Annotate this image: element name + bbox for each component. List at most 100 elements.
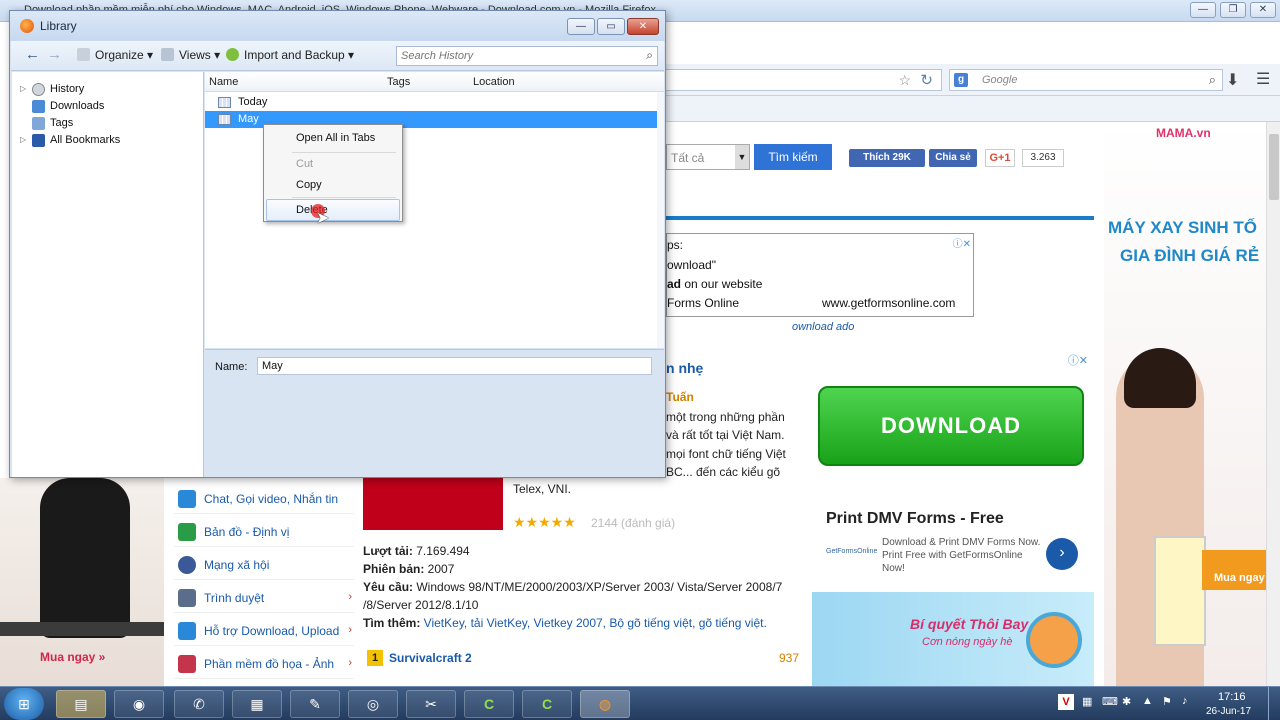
hamburger-menu-icon[interactable]: ☰ bbox=[1256, 69, 1270, 89]
explorer-taskbar-icon[interactable]: ▤ bbox=[56, 690, 106, 718]
facebook-like-button[interactable]: Thích 29K bbox=[849, 149, 925, 167]
library-minimize-button[interactable]: — bbox=[567, 18, 595, 35]
organize-label: Organize ▾ bbox=[95, 48, 154, 62]
column-header-name[interactable]: Name bbox=[209, 76, 238, 88]
bluetooth-icon[interactable]: ✱ bbox=[1122, 695, 1131, 708]
menu-item-open-all-in-tabs[interactable]: Open All in Tabs bbox=[266, 127, 400, 149]
import-backup-menu[interactable]: Import and Backup ▾ bbox=[226, 48, 354, 62]
menu-item-delete[interactable]: Delete bbox=[266, 199, 400, 221]
show-desktop-button[interactable] bbox=[1268, 687, 1280, 720]
app-taskbar-icon[interactable]: ✂ bbox=[406, 690, 456, 718]
tree-item-downloads[interactable]: Downloads bbox=[12, 98, 202, 115]
firefox-minimize-button[interactable]: — bbox=[1190, 2, 1216, 18]
camtasia-taskbar-icon[interactable]: C bbox=[464, 690, 514, 718]
buy-now-button[interactable]: Mua ngay bbox=[1202, 550, 1266, 590]
facebook-share-button[interactable]: Chia sẻ bbox=[929, 149, 977, 167]
tree-item-tags[interactable]: Tags bbox=[12, 115, 202, 132]
unikey-v-icon[interactable]: V bbox=[1058, 694, 1074, 710]
column-header-tags[interactable]: Tags bbox=[387, 76, 410, 88]
app-taskbar-icon[interactable]: ◎ bbox=[348, 690, 398, 718]
bookmark-star-icon[interactable]: ☆ bbox=[898, 72, 911, 89]
side-menu-item[interactable]: Hỗ trợ Download, Upload › bbox=[174, 616, 354, 646]
google-icon[interactable]: g bbox=[954, 73, 968, 87]
search-icon[interactable]: ⌕ bbox=[646, 48, 653, 63]
side-menu-item[interactable]: Mạng xã hội bbox=[174, 550, 354, 580]
ad-close-icon[interactable]: ⓘ✕ bbox=[953, 235, 971, 250]
keyboard-icon[interactable]: ⌨ bbox=[1102, 695, 1118, 708]
nav-tab-ios[interactable]: iOS bbox=[666, 188, 746, 216]
fan-ad-banner[interactable]: Bí quyết Thôi Bay Cơn nóng ngày hè bbox=[812, 592, 1094, 686]
nav-tab-web-apps[interactable]: Web Apps bbox=[748, 188, 844, 216]
start-button[interactable]: ⊞ bbox=[4, 688, 44, 720]
side-menu-item[interactable]: Chat, Gọi video, Nhắn tin bbox=[174, 484, 354, 514]
ad-url[interactable]: www.getformsonline.com bbox=[822, 296, 955, 310]
tree-item-all-bookmarks[interactable]: ▷ All Bookmarks bbox=[12, 132, 202, 149]
menu-item-copy[interactable]: Copy bbox=[266, 174, 400, 196]
firefox-close-button[interactable]: ✕ bbox=[1250, 2, 1276, 18]
related-app-name[interactable]: Survivalcraft 2 bbox=[389, 651, 472, 665]
app-taskbar-icon[interactable]: ▦ bbox=[232, 690, 282, 718]
flag-icon[interactable]: ⚑ bbox=[1162, 695, 1172, 708]
google-plus-button[interactable]: G+1 bbox=[985, 149, 1015, 167]
network-icon[interactable]: ▦ bbox=[1082, 695, 1092, 708]
left-yoga-ad[interactable]: Mua ngay » bbox=[0, 478, 164, 686]
library-titlebar[interactable]: Library — ▭ ✕ bbox=[10, 11, 665, 41]
side-menu-item[interactable]: Trình duyệt › bbox=[174, 583, 354, 613]
search-submit-button[interactable]: Tìm kiếm bbox=[754, 144, 832, 170]
download-arrow-icon[interactable]: ⬇ bbox=[1226, 70, 1239, 90]
reload-icon[interactable]: ↻ bbox=[920, 71, 933, 89]
side-menu-item[interactable]: Bản đồ - Định vị bbox=[174, 517, 354, 547]
firefox-taskbar-icon[interactable]: ◍ bbox=[580, 690, 630, 718]
history-row-today[interactable]: Today bbox=[205, 94, 657, 111]
right-blender-ad[interactable]: MAMA.vn MÁY XAY SINH TỐ GIA ĐÌNH GIÁ RẺ … bbox=[1104, 122, 1266, 686]
rating-stars[interactable]: ★★★★★ bbox=[513, 514, 576, 531]
ad-close-icon[interactable]: ⓘ✕ bbox=[1068, 352, 1088, 368]
chrome-taskbar-icon[interactable]: ◉ bbox=[114, 690, 164, 718]
library-close-button[interactable]: ✕ bbox=[627, 18, 659, 35]
menu-item-cut[interactable]: Cut bbox=[266, 153, 400, 175]
tag-links[interactable]: VietKey, tải VietKey, Vietkey 2007, Bộ g… bbox=[420, 616, 767, 630]
volume-icon[interactable]: ♪ bbox=[1182, 695, 1188, 707]
signal-icon[interactable]: ▲ bbox=[1142, 695, 1153, 707]
download-banner-ad[interactable]: ⓘ✕ DOWNLOAD Print DMV Forms - Free GetFo… bbox=[812, 352, 1094, 586]
chevron-right-icon[interactable]: › bbox=[1046, 538, 1078, 570]
search-history-input[interactable] bbox=[401, 49, 631, 63]
getforms-text-ad[interactable]: ps: ownload" ad on our website Forms Onl… bbox=[666, 233, 974, 317]
organize-menu[interactable]: Organize ▾ bbox=[77, 48, 153, 62]
viber-taskbar-icon[interactable]: ✆ bbox=[174, 690, 224, 718]
search-history-box[interactable]: ⌕ bbox=[396, 46, 658, 66]
app-author[interactable]: Tuấn bbox=[666, 390, 694, 404]
download-adobe-link[interactable]: ownload ado bbox=[792, 321, 854, 333]
app-taskbar-icon[interactable]: ✎ bbox=[290, 690, 340, 718]
clock-time[interactable]: 17:16 bbox=[1218, 691, 1246, 703]
dmv-ad-title[interactable]: Print DMV Forms - Free bbox=[826, 510, 1004, 528]
side-menu-item[interactable]: Phần mềm đồ họa - Ảnh › bbox=[174, 649, 354, 679]
category-select[interactable]: Tất cả ▼ bbox=[666, 144, 750, 170]
clock-date[interactable]: 26-Jun-17 bbox=[1206, 706, 1251, 717]
views-menu[interactable]: Views ▾ bbox=[161, 48, 220, 62]
expand-triangle-icon[interactable]: ▷ bbox=[20, 84, 26, 93]
camtasia-taskbar-icon[interactable]: C bbox=[522, 690, 572, 718]
back-arrow-icon[interactable]: ← bbox=[25, 46, 40, 63]
expand-triangle-icon[interactable]: ▷ bbox=[20, 135, 26, 144]
download-ad-button[interactable]: DOWNLOAD bbox=[818, 386, 1084, 466]
firefox-maximize-button[interactable]: ❐ bbox=[1220, 2, 1246, 18]
star-import-icon bbox=[226, 48, 239, 61]
page-scrollbar[interactable] bbox=[1266, 122, 1280, 686]
tree-item-history[interactable]: ▷ History bbox=[12, 81, 202, 98]
scrollbar-thumb[interactable] bbox=[1269, 134, 1279, 200]
app-title: n nhẹ bbox=[666, 360, 704, 376]
column-header-location[interactable]: Location bbox=[473, 76, 515, 88]
left-ad-cta[interactable]: Mua ngay » bbox=[40, 650, 105, 664]
list-scrollbar[interactable] bbox=[657, 92, 664, 348]
related-app-item[interactable]: 1 Survivalcraft 2 937 bbox=[363, 648, 799, 672]
nav-tab-tai-lieu[interactable]: Tài liệu bbox=[846, 188, 944, 216]
url-bar[interactable]: ☆ ↻ bbox=[666, 69, 942, 91]
nav-tab-huong-dan[interactable]: Hướng dẫn bbox=[946, 188, 1048, 216]
library-maximize-button[interactable]: ▭ bbox=[597, 18, 625, 35]
name-field[interactable] bbox=[257, 357, 652, 375]
chevron-down-icon[interactable]: ▼ bbox=[735, 145, 749, 169]
forward-arrow-icon[interactable]: → bbox=[47, 46, 62, 63]
firefox-search-bar[interactable]: g Google ⌕ bbox=[949, 69, 1223, 91]
search-icon[interactable]: ⌕ bbox=[1209, 72, 1216, 88]
